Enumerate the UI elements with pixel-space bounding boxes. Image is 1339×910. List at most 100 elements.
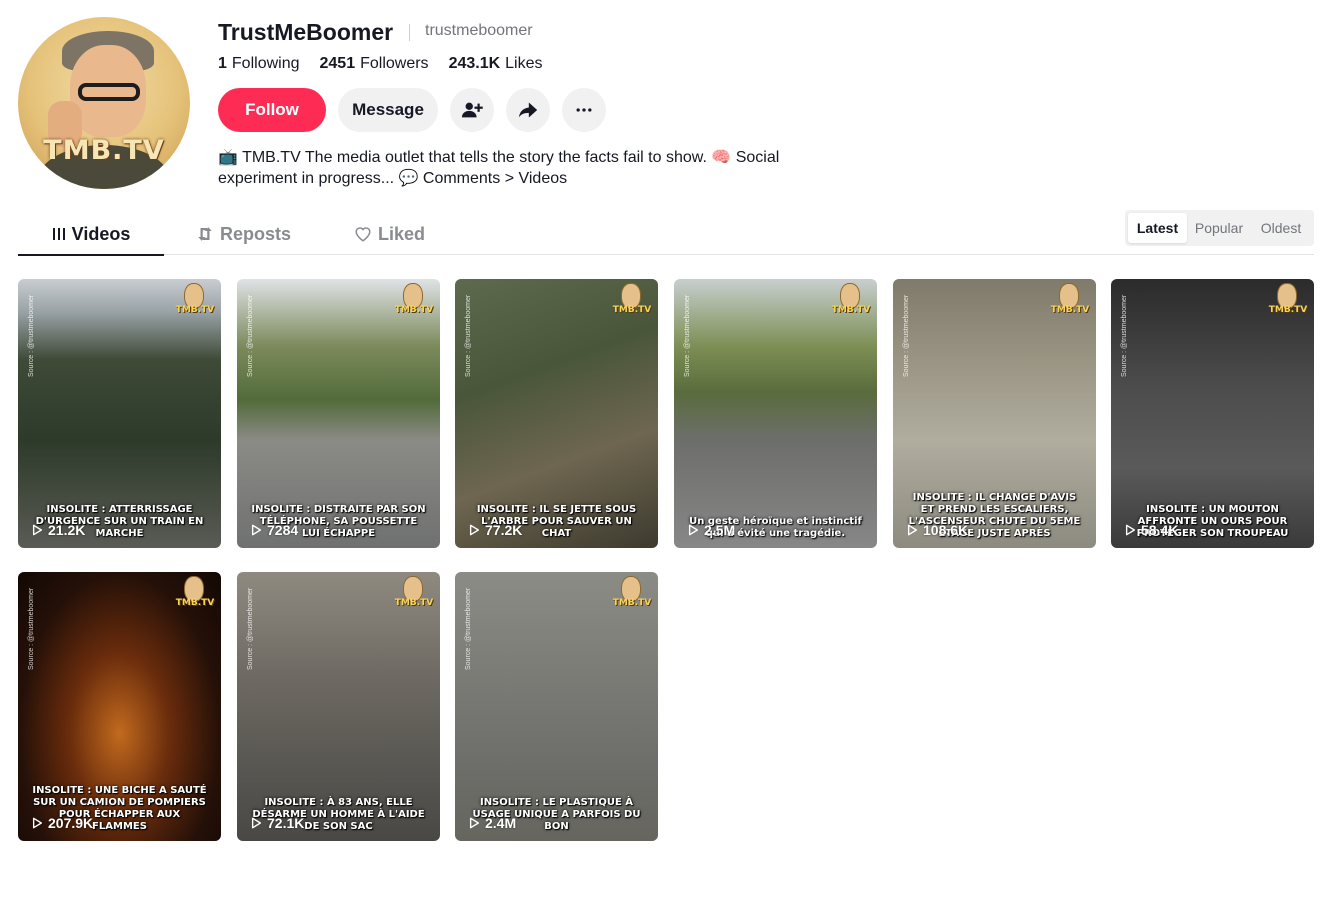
video-card[interactable]: TMB.TV Source : @trustmeboomer INSOLITE : … bbox=[455, 279, 658, 548]
stat-likes: 243.1K Likes bbox=[449, 55, 543, 73]
sort-toggle: Latest Popular Oldest bbox=[1125, 210, 1314, 246]
video-source-label: Source : @trustmeboomer bbox=[684, 294, 691, 377]
play-icon bbox=[32, 817, 43, 829]
tab-label: Reposts bbox=[220, 223, 292, 244]
profile-bio: 📺 TMB.TV The media outlet that tells the… bbox=[218, 147, 838, 189]
view-count-value: 2.4M bbox=[485, 815, 517, 831]
video-card[interactable]: TMB.TV Source : @trustmeboomer INSOLITE : … bbox=[1111, 279, 1314, 548]
avatar-logo-text: TMB.TV bbox=[43, 135, 165, 166]
share-arrow-icon bbox=[518, 102, 538, 118]
tab-label: Videos bbox=[71, 223, 131, 244]
video-source-label: Source : @trustmeboomer bbox=[903, 294, 910, 377]
channel-watermark: TMB.TV bbox=[395, 283, 433, 321]
view-count: 21.2K bbox=[32, 522, 85, 538]
tab-reposts[interactable]: Reposts bbox=[196, 213, 291, 255]
watermark-text: TMB.TV bbox=[1050, 305, 1090, 315]
stat-label: Following bbox=[231, 55, 300, 72]
add-user-icon bbox=[461, 102, 483, 118]
stat-value: 1 bbox=[218, 55, 227, 72]
view-count-value: 77.2K bbox=[485, 522, 523, 538]
view-count-value: 207.9K bbox=[48, 815, 94, 831]
view-count: 7284 bbox=[251, 522, 298, 538]
video-source-label: Source : @trustmeboomer bbox=[465, 294, 472, 377]
video-source-label: Source : @trustmeboomer bbox=[465, 587, 472, 670]
video-card[interactable]: TMB.TV Source : @trustmeboomer INSOLITE : … bbox=[455, 572, 658, 841]
view-count-value: 58.4K bbox=[1141, 522, 1179, 538]
share-button[interactable] bbox=[506, 88, 550, 132]
channel-watermark: TMB.TV bbox=[1269, 283, 1307, 321]
watermark-text: TMB.TV bbox=[394, 598, 434, 608]
view-count-value: 7284 bbox=[267, 522, 299, 538]
message-button[interactable]: Message bbox=[338, 88, 438, 132]
view-count-value: 21.2K bbox=[48, 522, 86, 538]
username: trustmeboomer bbox=[425, 22, 533, 39]
video-card[interactable]: TMB.TV Source : @trustmeboomer Un geste hé… bbox=[674, 279, 877, 548]
video-card[interactable]: TMB.TV Source : @trustmeboomer INSOLITE : … bbox=[237, 572, 440, 841]
display-name: TrustMeBoomer bbox=[218, 19, 394, 45]
channel-watermark: TMB.TV bbox=[176, 283, 214, 321]
play-icon bbox=[688, 524, 699, 536]
sort-latest-button[interactable]: Latest bbox=[1128, 213, 1187, 243]
video-source-label: Source : @trustmeboomer bbox=[1121, 294, 1128, 377]
play-icon bbox=[469, 817, 480, 829]
play-icon bbox=[469, 524, 480, 536]
profile-avatar[interactable]: TMB.TV bbox=[18, 17, 190, 189]
profile-tabs: Videos Reposts Liked bbox=[18, 213, 1314, 256]
video-source-label: Source : @trustmeboomer bbox=[28, 587, 35, 670]
more-dots-icon bbox=[576, 108, 592, 112]
watermark-text: TMB.TV bbox=[831, 305, 871, 315]
profile-actions: Follow Message bbox=[218, 88, 606, 132]
video-card[interactable]: TMB.TV Source : @trustmeboomer INSOLITE : … bbox=[893, 279, 1096, 548]
video-source-label: Source : @trustmeboomer bbox=[247, 587, 254, 670]
name-divider bbox=[409, 24, 410, 41]
tab-liked[interactable]: Liked bbox=[354, 213, 425, 255]
view-count-value: 72.1K bbox=[267, 815, 305, 831]
play-icon bbox=[1125, 524, 1136, 536]
channel-watermark: TMB.TV bbox=[176, 576, 214, 614]
channel-watermark: TMB.TV bbox=[395, 576, 433, 614]
view-count: 77.2K bbox=[469, 522, 522, 538]
profile-stats: 1 Following 2451 Followers 243.1K Likes bbox=[218, 55, 543, 73]
view-count-value: 2.5M bbox=[704, 522, 736, 538]
watermark-text: TMB.TV bbox=[175, 305, 215, 315]
video-card[interactable]: TMB.TV Source : @trustmeboomer INSOLITE : … bbox=[237, 279, 440, 548]
stat-followers[interactable]: 2451 Followers bbox=[320, 55, 429, 73]
view-count: 108.6K bbox=[907, 522, 968, 538]
grid-icon bbox=[52, 228, 65, 240]
view-count: 2.4M bbox=[469, 815, 516, 831]
view-count: 2.5M bbox=[688, 522, 735, 538]
more-options-button[interactable] bbox=[562, 88, 606, 132]
view-count: 72.1K bbox=[251, 815, 304, 831]
bio-line: experiment in progress... 💬 Comments > V… bbox=[218, 170, 568, 187]
channel-watermark: TMB.TV bbox=[613, 283, 651, 321]
video-source-label: Source : @trustmeboomer bbox=[247, 294, 254, 377]
heart-lock-icon bbox=[355, 227, 371, 242]
follow-button[interactable]: Follow bbox=[218, 88, 326, 132]
video-source-label: Source : @trustmeboomer bbox=[28, 294, 35, 377]
bio-line: 📺 TMB.TV The media outlet that tells the… bbox=[218, 149, 780, 166]
play-icon bbox=[251, 524, 262, 536]
tab-label: Liked bbox=[378, 223, 426, 244]
watermark-text: TMB.TV bbox=[394, 305, 434, 315]
stat-value: 2451 bbox=[319, 55, 356, 72]
channel-watermark: TMB.TV bbox=[613, 576, 651, 614]
stat-following[interactable]: 1 Following bbox=[218, 55, 300, 73]
repost-icon bbox=[198, 227, 212, 241]
tab-videos[interactable]: Videos bbox=[18, 213, 164, 256]
sort-oldest-button[interactable]: Oldest bbox=[1251, 213, 1311, 243]
view-count: 58.4K bbox=[1125, 522, 1178, 538]
view-count-value: 108.6K bbox=[923, 522, 969, 538]
video-card[interactable]: TMB.TV Source : @trustmeboomer INSOLITE : … bbox=[18, 572, 221, 841]
sort-popular-button[interactable]: Popular bbox=[1187, 213, 1251, 243]
stat-value: 243.1K bbox=[448, 55, 501, 72]
channel-watermark: TMB.TV bbox=[832, 283, 870, 321]
stat-label: Followers bbox=[360, 55, 429, 72]
play-icon bbox=[907, 524, 918, 536]
video-card[interactable]: TMB.TV Source : @trustmeboomer INSOLITE : … bbox=[18, 279, 221, 548]
play-icon bbox=[32, 524, 43, 536]
watermark-text: TMB.TV bbox=[612, 598, 652, 608]
avatar-glasses bbox=[78, 83, 140, 101]
watermark-text: TMB.TV bbox=[1268, 305, 1308, 315]
watermark-text: TMB.TV bbox=[175, 598, 215, 608]
suggested-accounts-button[interactable] bbox=[450, 88, 494, 132]
